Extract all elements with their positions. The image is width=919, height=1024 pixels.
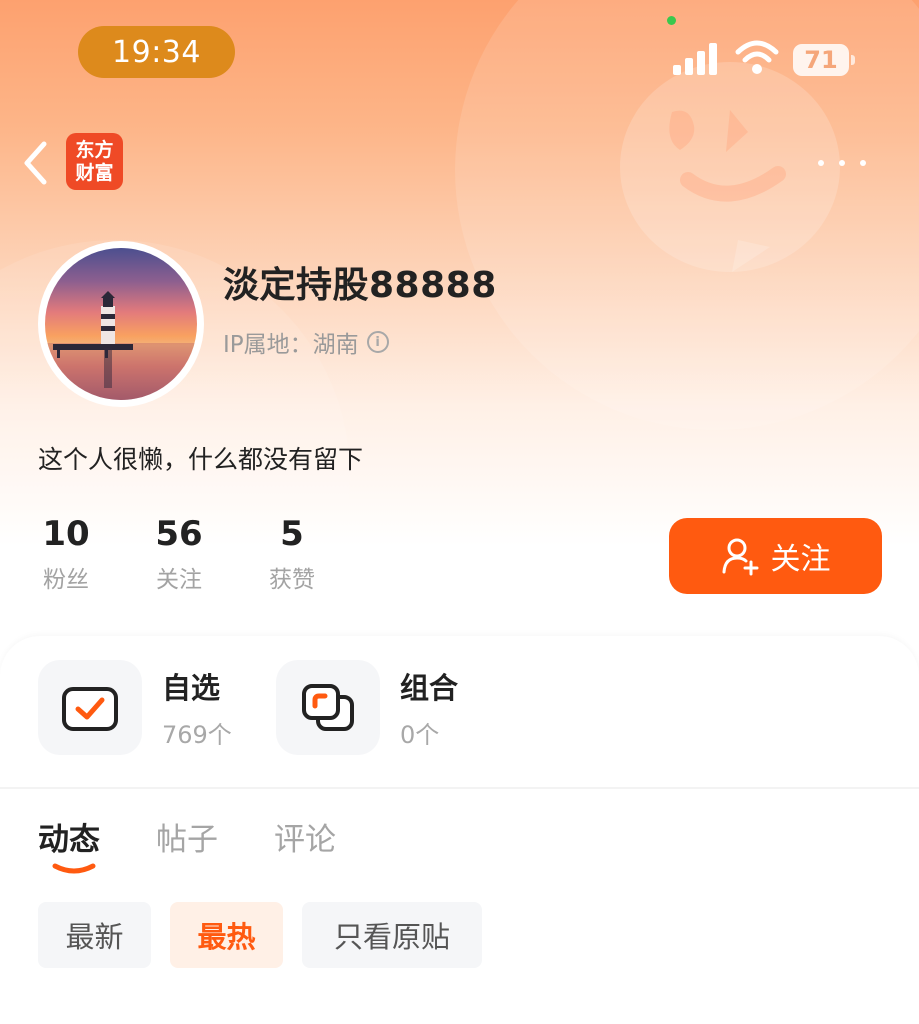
- stat-label: 粉丝: [43, 567, 89, 593]
- add-user-icon: [722, 538, 758, 576]
- follow-button[interactable]: 关注: [669, 518, 882, 594]
- wifi-icon: [735, 40, 779, 74]
- stat-value: 56: [155, 514, 203, 554]
- stat-likes[interactable]: 5 获赞: [247, 512, 337, 594]
- avatar-lighthouse-photo: [45, 248, 197, 400]
- username: 淡定持股88888: [223, 265, 497, 306]
- quick-link-count: 0个: [400, 721, 440, 749]
- filter-hottest[interactable]: 最热: [170, 902, 283, 968]
- battery-indicator: 71: [793, 44, 855, 76]
- brand-logo[interactable]: 东方 财富: [66, 133, 123, 190]
- follow-button-label: 关注: [770, 542, 831, 577]
- quick-link-count: 769个: [162, 721, 232, 749]
- cellular-signal-icon: [673, 43, 717, 75]
- stat-followers[interactable]: 10 粉丝: [21, 512, 111, 594]
- quick-link-portfolio[interactable]: 组合 0个: [276, 660, 458, 755]
- camera-indicator-dot: [667, 16, 676, 25]
- portfolio-icon: [276, 660, 380, 755]
- chevron-left-icon: [24, 141, 47, 185]
- watchlist-check-icon: [38, 660, 142, 755]
- ip-location-text: IP属地：湖南: [223, 332, 359, 358]
- ip-location: IP属地：湖南 i: [223, 325, 389, 359]
- status-time: 19:34: [78, 26, 235, 78]
- avatar[interactable]: [38, 241, 204, 407]
- decorative-smile-bubble-icon: [620, 62, 840, 272]
- stat-label: 关注: [156, 567, 202, 593]
- back-button[interactable]: [22, 138, 58, 188]
- brand-logo-line1: 东方: [75, 138, 114, 161]
- quick-link-watchlist[interactable]: 自选 769个: [38, 660, 232, 755]
- filter-original-only[interactable]: 只看原贴: [302, 902, 482, 968]
- filter-latest[interactable]: 最新: [38, 902, 151, 968]
- tab-posts[interactable]: 帖子: [156, 814, 218, 859]
- info-icon[interactable]: i: [366, 331, 389, 353]
- stat-value: 10: [42, 514, 90, 554]
- tab-activity[interactable]: 动态: [38, 814, 100, 859]
- active-tab-indicator: [52, 863, 96, 874]
- quick-link-title: 组合: [400, 671, 459, 705]
- profile-bio: 这个人很懒，什么都没有留下: [38, 445, 364, 474]
- stat-value: 5: [280, 514, 304, 554]
- section-divider: [0, 787, 919, 789]
- tab-comments[interactable]: 评论: [274, 814, 336, 859]
- quick-link-title: 自选: [162, 671, 221, 705]
- more-options-icon[interactable]: [818, 155, 866, 171]
- stat-following[interactable]: 56 关注: [134, 512, 224, 594]
- stat-label: 获赞: [269, 567, 315, 593]
- brand-logo-line2: 财富: [75, 161, 114, 184]
